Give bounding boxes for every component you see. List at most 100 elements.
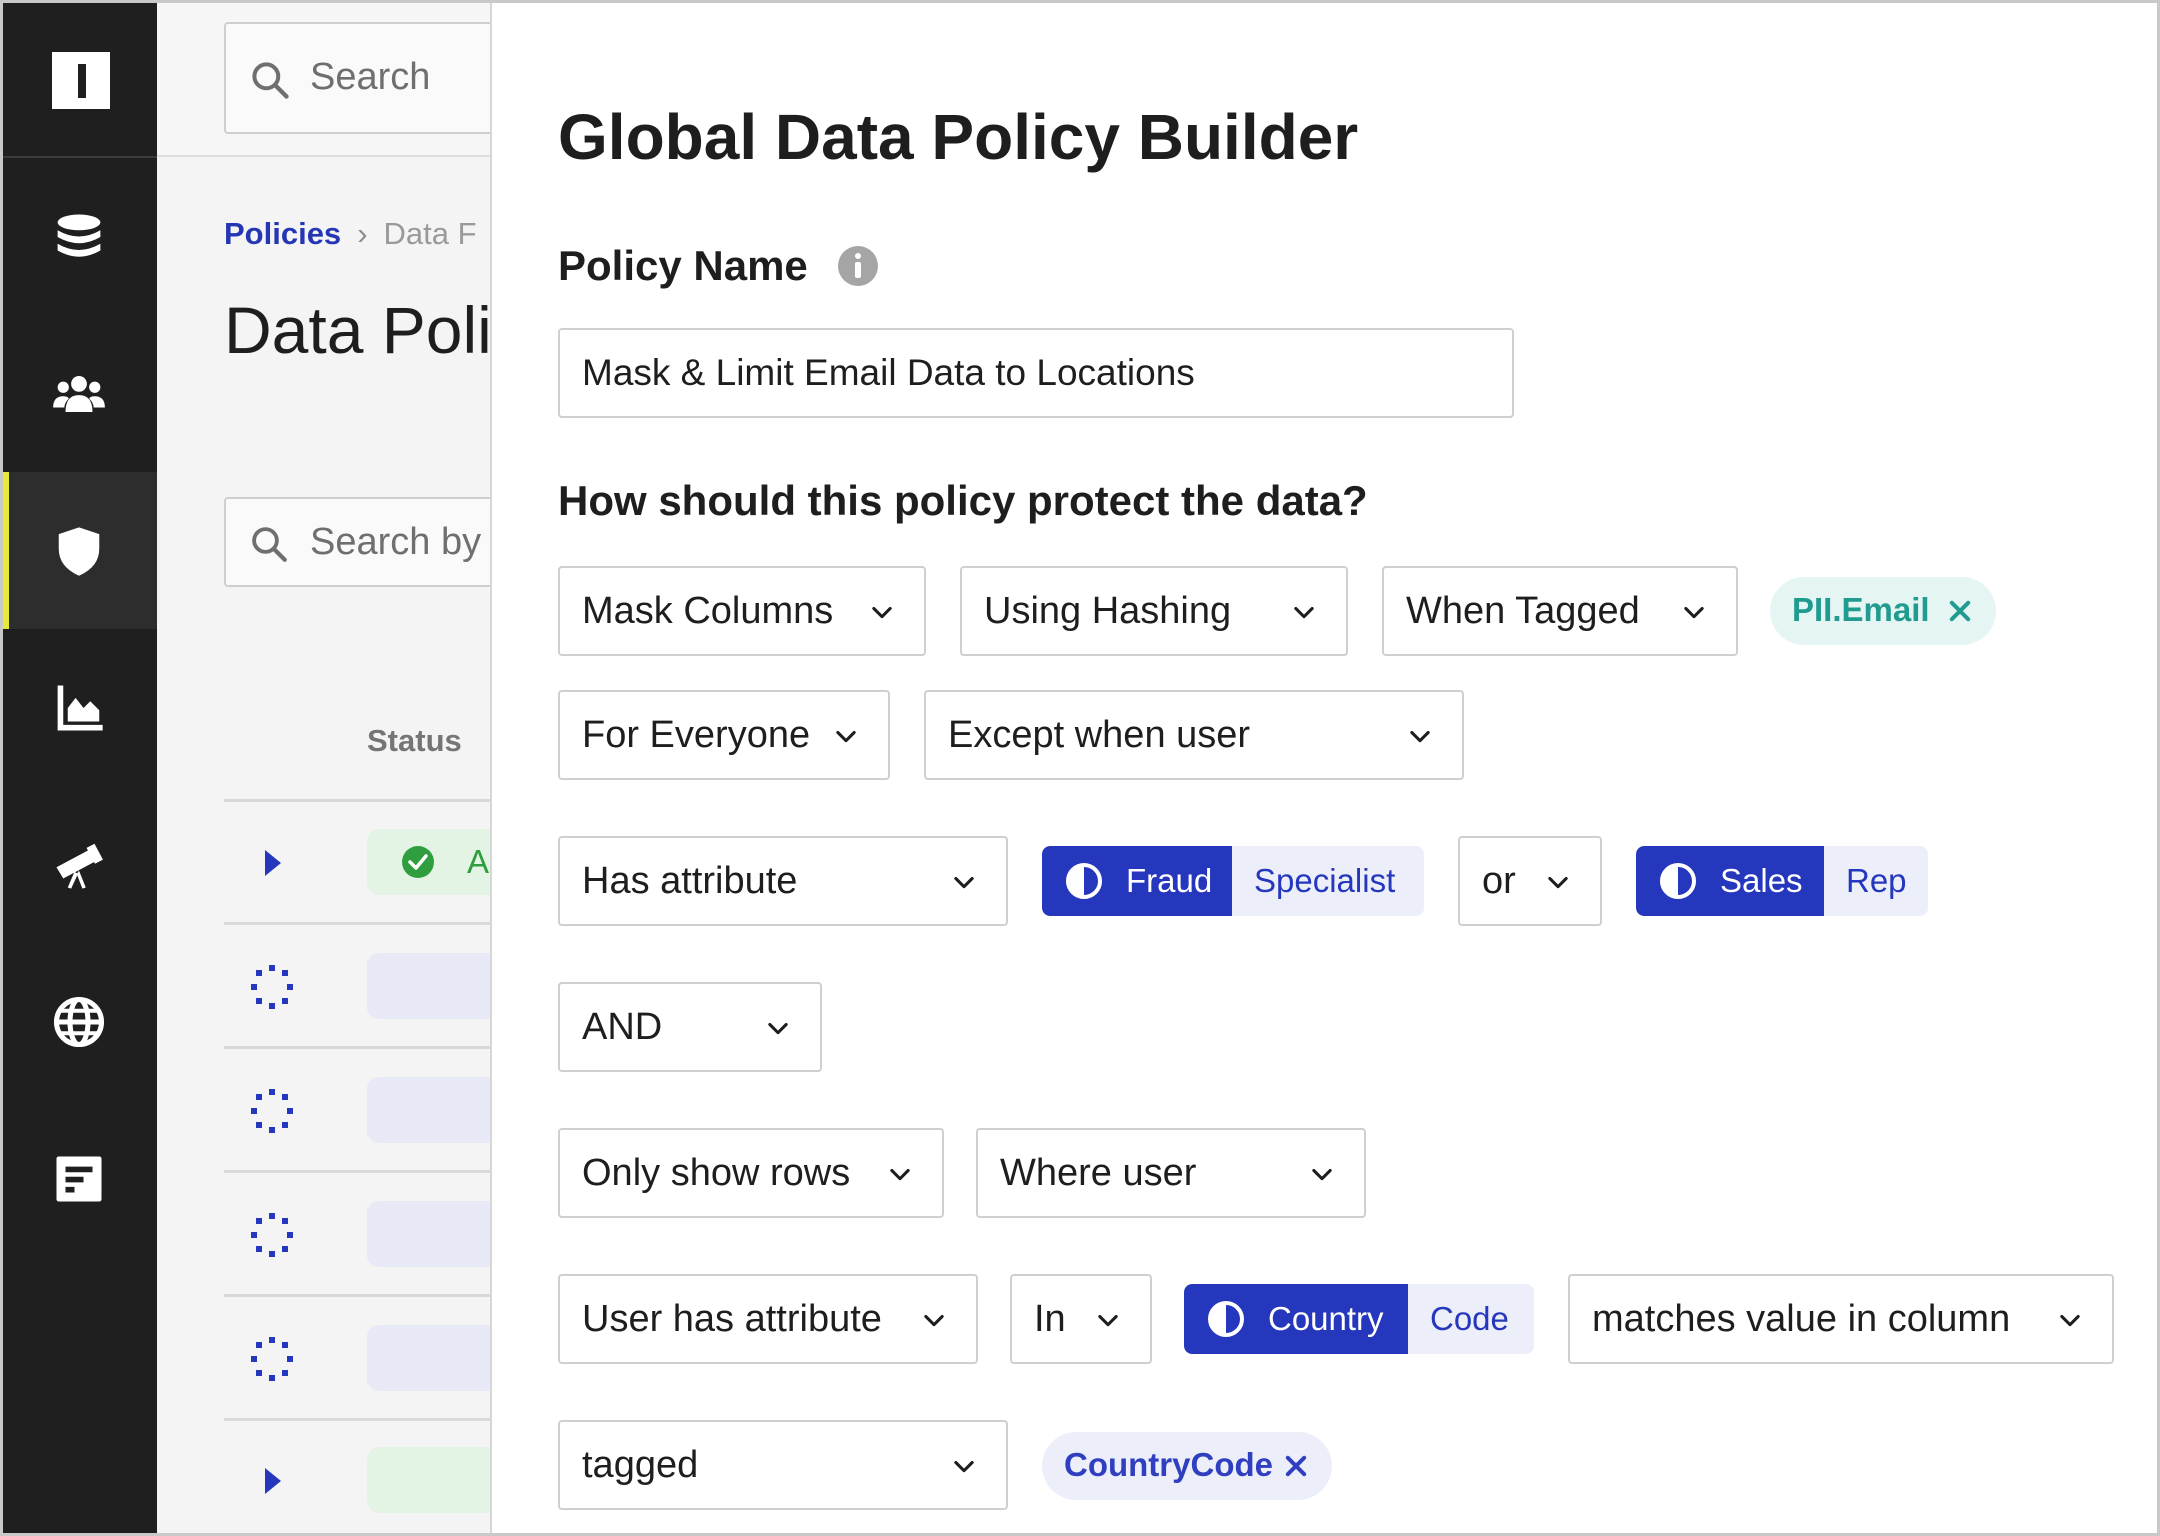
sidebar-item-people[interactable] — [0, 315, 157, 472]
scope-select[interactable]: For Everyone — [558, 690, 890, 780]
sidebar-item-global[interactable] — [0, 943, 157, 1100]
method-select[interactable]: Using Hashing — [960, 566, 1348, 656]
chevron-down-icon — [2060, 1314, 2080, 1327]
row-divider — [224, 922, 497, 925]
global-search-input[interactable]: Search — [224, 22, 497, 134]
report-icon — [56, 1156, 101, 1201]
chevron-down-icon — [872, 606, 892, 619]
row-divider — [224, 1046, 497, 1049]
tag-chip-label: PII.Email — [1792, 591, 1930, 628]
attribute-predicate-select[interactable]: Has attribute — [558, 836, 1008, 926]
in-operator-value: In — [1034, 1298, 1066, 1340]
attribute-value-label: Specialist — [1254, 862, 1396, 899]
breadcrumb-policies[interactable]: Policies — [224, 216, 341, 251]
conjunction-select[interactable]: AND — [558, 982, 822, 1072]
logo[interactable] — [0, 0, 157, 158]
attribute-chip-key: Country — [1184, 1284, 1408, 1354]
policy-builder-panel: Global Data Policy Builder Policy Name H… — [490, 0, 2160, 1536]
attribute-chip-fraud-specialist[interactable]: Fraud Specialist — [1042, 846, 1424, 916]
chevron-down-icon — [1410, 730, 1430, 743]
chevron-down-icon — [954, 876, 974, 889]
attribute-predicate-value: Has attribute — [582, 860, 798, 902]
users-icon — [52, 375, 105, 412]
rows-condition-select[interactable]: Where user — [976, 1128, 1366, 1218]
table-search-placeholder: Search by r — [310, 521, 497, 563]
status-placeholder — [367, 1447, 497, 1513]
status-placeholder — [367, 1201, 497, 1267]
method-select-value: Using Hashing — [984, 590, 1232, 632]
shield-icon — [58, 526, 99, 576]
chevron-down-icon — [1098, 1314, 1118, 1327]
loading-spinner-icon — [251, 1213, 293, 1257]
user-attribute-select[interactable]: User has attribute — [558, 1274, 978, 1364]
chevron-down-icon — [1684, 606, 1704, 619]
search-icon — [252, 62, 289, 99]
close-icon[interactable] — [1282, 1452, 1310, 1480]
chevron-down-icon — [954, 1460, 974, 1473]
in-operator-select[interactable]: In — [1010, 1274, 1152, 1364]
globe-icon — [53, 996, 104, 1047]
action-select[interactable]: Mask Columns — [558, 566, 926, 656]
chevron-down-icon — [890, 1168, 910, 1181]
chart-icon — [57, 685, 103, 730]
attribute-chip-country-code[interactable]: Country Code — [1184, 1284, 1534, 1354]
info-icon[interactable] — [838, 246, 878, 286]
half-circle-icon — [1208, 1301, 1244, 1337]
breadcrumb: Policies › Data F — [224, 216, 477, 252]
expand-caret-icon[interactable] — [247, 838, 297, 888]
background-page: Search Policies › Data F Data Poli Search … — [157, 0, 497, 1536]
sidebar-item-reports[interactable] — [0, 1100, 157, 1257]
half-circle-icon — [1660, 863, 1696, 899]
rows-action-select[interactable]: Only show rows — [558, 1128, 944, 1218]
attribute-key-label: Sales — [1720, 862, 1803, 899]
tag-chip-pii-email: PII.Email — [1770, 577, 1996, 645]
exception-select[interactable]: Except when user — [924, 690, 1464, 780]
attribute-chip-sales-rep[interactable]: Sales Rep — [1636, 846, 1928, 916]
expand-caret-icon[interactable] — [247, 1456, 297, 1506]
exception-select-value: Except when user — [948, 714, 1251, 756]
loading-spinner-icon — [251, 1089, 293, 1133]
search-placeholder: Search — [310, 56, 431, 98]
top-bar: Search — [157, 0, 497, 157]
attribute-chip-key: Sales — [1636, 846, 1824, 916]
sidebar — [0, 0, 157, 1536]
tagged-select[interactable]: tagged — [558, 1420, 1008, 1510]
check-circle-icon — [402, 846, 434, 878]
chevron-down-icon — [1294, 606, 1314, 619]
sidebar-item-audit[interactable] — [0, 629, 157, 786]
database-icon — [57, 214, 100, 257]
row-divider — [224, 799, 497, 802]
sidebar-item-discovery[interactable] — [0, 786, 157, 943]
status-placeholder — [367, 1077, 497, 1143]
policy-name-input[interactable] — [558, 328, 1514, 418]
logo-icon — [52, 52, 110, 109]
breadcrumb-separator-icon: › — [357, 216, 368, 251]
breadcrumb-current: Data F — [383, 216, 477, 251]
or-operator-select[interactable]: or — [1458, 836, 1602, 926]
rows-action-value: Only show rows — [582, 1152, 851, 1194]
status-placeholder — [367, 1325, 497, 1391]
or-operator-value: or — [1482, 860, 1516, 902]
attribute-key-label: Fraud — [1126, 862, 1213, 899]
sidebar-item-data-sources[interactable] — [0, 158, 157, 315]
match-select-value: matches value in column — [1592, 1298, 2011, 1340]
panel-title: Global Data Policy Builder — [558, 101, 1359, 173]
user-attribute-value: User has attribute — [582, 1298, 882, 1340]
tagged-select-value: tagged — [582, 1444, 699, 1486]
telescope-icon — [56, 843, 103, 889]
chevron-down-icon — [836, 730, 856, 743]
attribute-value-label: Code — [1430, 1300, 1509, 1337]
row-divider — [224, 1418, 497, 1421]
attribute-key-label: Country — [1268, 1300, 1384, 1337]
table-search-input[interactable]: Search by r — [224, 497, 497, 587]
conjunction-value: AND — [582, 1006, 663, 1048]
half-circle-icon — [1066, 863, 1102, 899]
condition-select[interactable]: When Tagged — [1382, 566, 1738, 656]
close-icon[interactable] — [1946, 597, 1974, 625]
status-column-header[interactable]: Status — [367, 723, 462, 759]
condition-select-value: When Tagged — [1406, 590, 1640, 632]
chevron-down-icon — [1548, 876, 1568, 889]
sidebar-item-policies[interactable] — [0, 472, 157, 629]
match-select[interactable]: matches value in column — [1568, 1274, 2114, 1364]
search-icon — [252, 527, 287, 562]
